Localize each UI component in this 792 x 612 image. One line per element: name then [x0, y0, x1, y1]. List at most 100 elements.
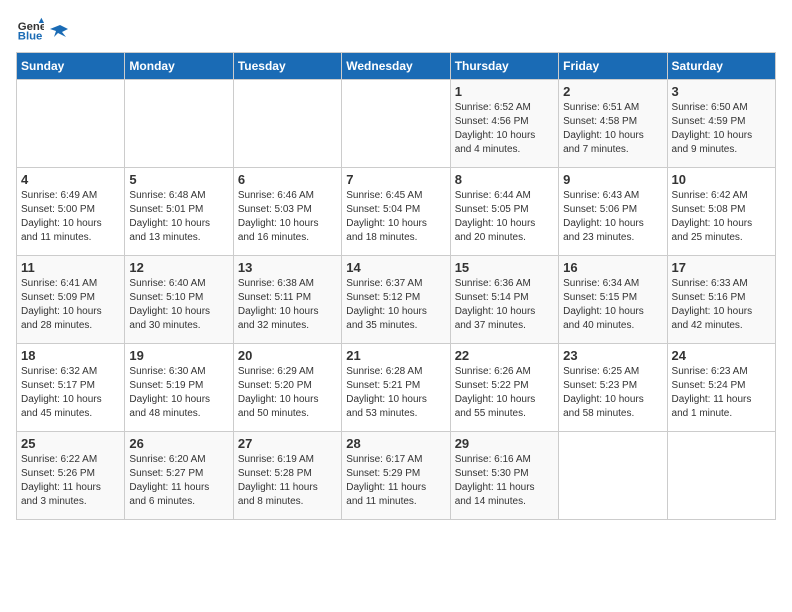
- day-info: Sunrise: 6:32 AM Sunset: 5:17 PM Dayligh…: [21, 365, 120, 421]
- day-number: 16: [563, 260, 662, 275]
- day-number: 3: [672, 84, 771, 99]
- calendar-cell: 28 Sunrise: 6:17 AM Sunset: 5:29 PM Dayli…: [342, 432, 450, 520]
- day-number: 25: [21, 436, 120, 451]
- day-number: 17: [672, 260, 771, 275]
- calendar-cell: 23 Sunrise: 6:25 AM Sunset: 5:23 PM Dayli…: [559, 344, 667, 432]
- calendar-cell: 12 Sunrise: 6:40 AM Sunset: 5:10 PM Dayli…: [125, 256, 233, 344]
- calendar-cell: 18 Sunrise: 6:32 AM Sunset: 5:17 PM Dayli…: [17, 344, 125, 432]
- day-info: Sunrise: 6:41 AM Sunset: 5:09 PM Dayligh…: [21, 277, 120, 333]
- day-info: Sunrise: 6:45 AM Sunset: 5:04 PM Dayligh…: [346, 189, 445, 245]
- calendar-cell: 10Sunrise: 6:42 AM Sunset: 5:08 PM Dayli…: [667, 168, 775, 256]
- day-info: Sunrise: 6:22 AM Sunset: 5:26 PM Dayligh…: [21, 453, 120, 509]
- calendar-cell: 7 Sunrise: 6:45 AM Sunset: 5:04 PM Daylig…: [342, 168, 450, 256]
- day-info: Sunrise: 6:29 AM Sunset: 5:20 PM Dayligh…: [238, 365, 337, 421]
- calendar-cell: [17, 80, 125, 168]
- day-number: 5: [129, 172, 228, 187]
- day-number: 7: [346, 172, 445, 187]
- calendar-cell: 4 Sunrise: 6:49 AM Sunset: 5:00 PM Daylig…: [17, 168, 125, 256]
- day-number: 22: [455, 348, 554, 363]
- calendar-cell: 3 Sunrise: 6:50 AM Sunset: 4:59 PM Daylig…: [667, 80, 775, 168]
- col-header-tuesday: Tuesday: [233, 53, 341, 80]
- day-number: 4: [21, 172, 120, 187]
- day-number: 11: [21, 260, 120, 275]
- day-number: 23: [563, 348, 662, 363]
- day-info: Sunrise: 6:16 AM Sunset: 5:30 PM Dayligh…: [455, 453, 554, 509]
- calendar-cell: [233, 80, 341, 168]
- day-number: 1: [455, 84, 554, 99]
- day-info: Sunrise: 6:38 AM Sunset: 5:11 PM Dayligh…: [238, 277, 337, 333]
- calendar-cell: [125, 80, 233, 168]
- day-info: Sunrise: 6:42 AM Sunset: 5:08 PM Dayligh…: [672, 189, 771, 245]
- day-info: Sunrise: 6:51 AM Sunset: 4:58 PM Dayligh…: [563, 101, 662, 157]
- calendar-cell: 21 Sunrise: 6:28 AM Sunset: 5:21 PM Dayli…: [342, 344, 450, 432]
- day-number: 8: [455, 172, 554, 187]
- header: General Blue: [16, 16, 776, 44]
- day-number: 21: [346, 348, 445, 363]
- day-info: Sunrise: 6:50 AM Sunset: 4:59 PM Dayligh…: [672, 101, 771, 157]
- col-header-wednesday: Wednesday: [342, 53, 450, 80]
- day-info: Sunrise: 6:48 AM Sunset: 5:01 PM Dayligh…: [129, 189, 228, 245]
- calendar-cell: 19 Sunrise: 6:30 AM Sunset: 5:19 PM Dayli…: [125, 344, 233, 432]
- day-number: 15: [455, 260, 554, 275]
- day-number: 14: [346, 260, 445, 275]
- day-info: Sunrise: 6:19 AM Sunset: 5:28 PM Dayligh…: [238, 453, 337, 509]
- day-info: Sunrise: 6:37 AM Sunset: 5:12 PM Dayligh…: [346, 277, 445, 333]
- calendar-cell: 20 Sunrise: 6:29 AM Sunset: 5:20 PM Dayli…: [233, 344, 341, 432]
- logo: General Blue: [16, 16, 68, 44]
- calendar-cell: 2 Sunrise: 6:51 AM Sunset: 4:58 PM Daylig…: [559, 80, 667, 168]
- day-info: Sunrise: 6:52 AM Sunset: 4:56 PM Dayligh…: [455, 101, 554, 157]
- calendar-cell: 22 Sunrise: 6:26 AM Sunset: 5:22 PM Dayli…: [450, 344, 558, 432]
- calendar-cell: 6 Sunrise: 6:46 AM Sunset: 5:03 PM Daylig…: [233, 168, 341, 256]
- day-info: Sunrise: 6:36 AM Sunset: 5:14 PM Dayligh…: [455, 277, 554, 333]
- calendar-cell: 14 Sunrise: 6:37 AM Sunset: 5:12 PM Dayli…: [342, 256, 450, 344]
- day-info: Sunrise: 6:25 AM Sunset: 5:23 PM Dayligh…: [563, 365, 662, 421]
- day-info: Sunrise: 6:43 AM Sunset: 5:06 PM Dayligh…: [563, 189, 662, 245]
- calendar-cell: 29 Sunrise: 6:16 AM Sunset: 5:30 PM Dayli…: [450, 432, 558, 520]
- day-number: 18: [21, 348, 120, 363]
- day-number: 26: [129, 436, 228, 451]
- calendar-cell: 16 Sunrise: 6:34 AM Sunset: 5:15 PM Dayli…: [559, 256, 667, 344]
- calendar-cell: 9 Sunrise: 6:43 AM Sunset: 5:06 PM Daylig…: [559, 168, 667, 256]
- svg-text:Blue: Blue: [18, 31, 43, 43]
- day-number: 12: [129, 260, 228, 275]
- col-header-friday: Friday: [559, 53, 667, 80]
- calendar-cell: [342, 80, 450, 168]
- day-info: Sunrise: 6:46 AM Sunset: 5:03 PM Dayligh…: [238, 189, 337, 245]
- day-number: 6: [238, 172, 337, 187]
- day-info: Sunrise: 6:40 AM Sunset: 5:10 PM Dayligh…: [129, 277, 228, 333]
- logo-icon: General Blue: [16, 16, 44, 44]
- calendar-cell: 27 Sunrise: 6:19 AM Sunset: 5:28 PM Dayli…: [233, 432, 341, 520]
- calendar-cell: 25 Sunrise: 6:22 AM Sunset: 5:26 PM Dayli…: [17, 432, 125, 520]
- calendar-cell: 8 Sunrise: 6:44 AM Sunset: 5:05 PM Daylig…: [450, 168, 558, 256]
- calendar-cell: 17 Sunrise: 6:33 AM Sunset: 5:16 PM Dayli…: [667, 256, 775, 344]
- calendar-cell: 15 Sunrise: 6:36 AM Sunset: 5:14 PM Dayli…: [450, 256, 558, 344]
- calendar-cell: 24Sunrise: 6:23 AM Sunset: 5:24 PM Dayli…: [667, 344, 775, 432]
- col-header-monday: Monday: [125, 53, 233, 80]
- col-header-saturday: Saturday: [667, 53, 775, 80]
- day-number: 19: [129, 348, 228, 363]
- day-number: 2: [563, 84, 662, 99]
- day-number: 13: [238, 260, 337, 275]
- calendar-cell: [667, 432, 775, 520]
- logo-bird-icon: [50, 23, 68, 41]
- day-info: Sunrise: 6:28 AM Sunset: 5:21 PM Dayligh…: [346, 365, 445, 421]
- day-number: 27: [238, 436, 337, 451]
- day-info: Sunrise: 6:17 AM Sunset: 5:29 PM Dayligh…: [346, 453, 445, 509]
- calendar-cell: [559, 432, 667, 520]
- day-info: Sunrise: 6:49 AM Sunset: 5:00 PM Dayligh…: [21, 189, 120, 245]
- day-number: 24: [672, 348, 771, 363]
- calendar-cell: 13 Sunrise: 6:38 AM Sunset: 5:11 PM Dayli…: [233, 256, 341, 344]
- calendar-cell: 1 Sunrise: 6:52 AM Sunset: 4:56 PM Daylig…: [450, 80, 558, 168]
- day-info: Sunrise: 6:34 AM Sunset: 5:15 PM Dayligh…: [563, 277, 662, 333]
- day-info: Sunrise: 6:33 AM Sunset: 5:16 PM Dayligh…: [672, 277, 771, 333]
- day-info: Sunrise: 6:26 AM Sunset: 5:22 PM Dayligh…: [455, 365, 554, 421]
- day-number: 29: [455, 436, 554, 451]
- calendar-cell: 5 Sunrise: 6:48 AM Sunset: 5:01 PM Daylig…: [125, 168, 233, 256]
- calendar-cell: 26Sunrise: 6:20 AM Sunset: 5:27 PM Dayli…: [125, 432, 233, 520]
- day-info: Sunrise: 6:30 AM Sunset: 5:19 PM Dayligh…: [129, 365, 228, 421]
- day-info: Sunrise: 6:44 AM Sunset: 5:05 PM Dayligh…: [455, 189, 554, 245]
- day-number: 28: [346, 436, 445, 451]
- col-header-sunday: Sunday: [17, 53, 125, 80]
- day-number: 9: [563, 172, 662, 187]
- day-number: 20: [238, 348, 337, 363]
